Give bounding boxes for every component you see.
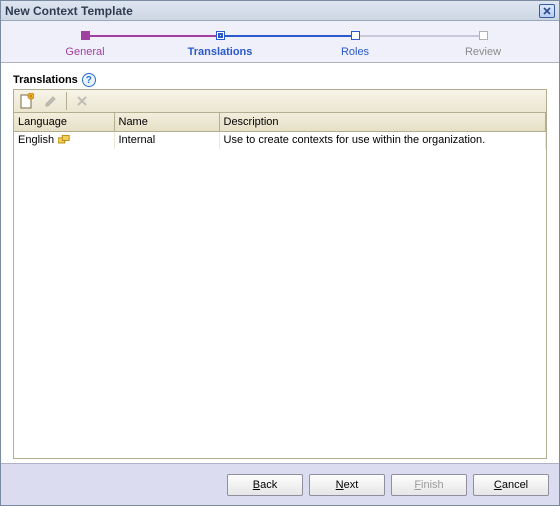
- cell-language: English: [18, 134, 54, 146]
- section-title: Translations: [13, 74, 78, 86]
- new-button[interactable]: [16, 91, 38, 111]
- cell-name: Internal: [114, 131, 219, 149]
- step-marker-icon: [81, 31, 90, 40]
- step-label: Roles: [341, 46, 369, 58]
- step-roles[interactable]: Roles: [305, 31, 405, 58]
- table-header-row: Language Name Description: [14, 113, 546, 131]
- footer: Back Next Finish Cancel: [1, 463, 559, 505]
- delete-icon: [76, 95, 88, 107]
- toolbar-separator: [66, 92, 67, 110]
- step-marker-icon: [216, 31, 225, 40]
- close-icon: [543, 7, 551, 15]
- step-label: Review: [465, 46, 501, 58]
- titlebar: New Context Template: [1, 1, 559, 21]
- back-button[interactable]: Back: [227, 474, 303, 496]
- step-marker-icon: [479, 31, 488, 40]
- translations-table[interactable]: Language Name Description English: [13, 113, 547, 459]
- step-marker-icon: [351, 31, 360, 40]
- step-label: General: [65, 46, 104, 58]
- step-general[interactable]: General: [35, 31, 135, 58]
- new-doc-icon: [20, 93, 34, 109]
- delete-button: [71, 91, 93, 111]
- step-review[interactable]: Review: [433, 31, 533, 58]
- step-label: Translations: [188, 46, 253, 58]
- content-area: Translations ?: [1, 63, 559, 463]
- col-name[interactable]: Name: [114, 113, 219, 131]
- cancel-button[interactable]: Cancel: [473, 474, 549, 496]
- section-header: Translations ?: [13, 73, 547, 87]
- window-title: New Context Template: [5, 4, 133, 18]
- help-icon[interactable]: ?: [82, 73, 96, 87]
- toolbar: [13, 89, 547, 113]
- close-button[interactable]: [539, 4, 555, 18]
- edit-button: [40, 91, 62, 111]
- master-locale-icon: [58, 135, 70, 145]
- cell-description: Use to create contexts for use within th…: [219, 131, 546, 149]
- finish-button: Finish: [391, 474, 467, 496]
- wizard-dialog: New Context Template General Translation…: [0, 0, 560, 506]
- col-description[interactable]: Description: [219, 113, 546, 131]
- col-language[interactable]: Language: [14, 113, 114, 131]
- step-translations[interactable]: Translations: [170, 31, 270, 58]
- next-button[interactable]: Next: [309, 474, 385, 496]
- pencil-icon: [44, 94, 58, 108]
- wizard-steps: General Translations Roles Review: [1, 21, 559, 63]
- table-row[interactable]: English Internal Use to create contexts …: [14, 131, 546, 149]
